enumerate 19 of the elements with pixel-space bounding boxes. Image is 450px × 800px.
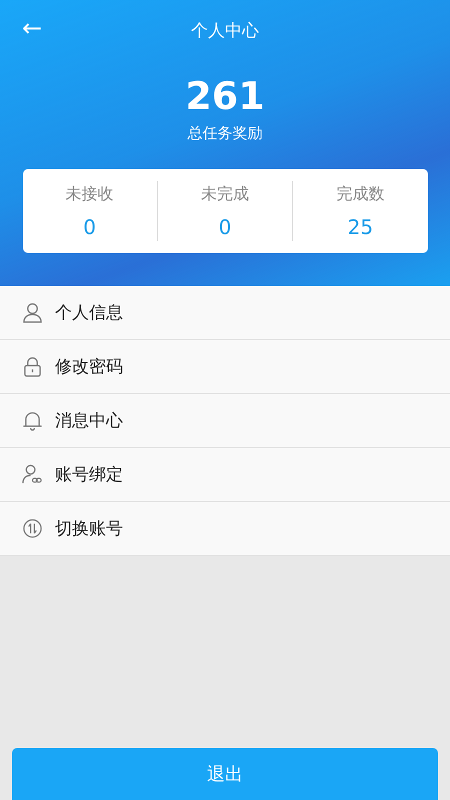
switch-icon <box>22 518 43 539</box>
stat-label: 完成数 <box>336 184 384 204</box>
menu-item[interactable]: 修改密码 <box>0 340 450 394</box>
person-link-icon <box>22 464 43 485</box>
stat-label: 未完成 <box>200 184 249 204</box>
page-title: 个人中心 <box>191 20 259 42</box>
stat-value: 0 <box>218 214 232 238</box>
reward-total: 261 <box>185 74 265 118</box>
lock-icon <box>22 356 43 377</box>
menu-item[interactable]: 切换账号 <box>0 502 450 556</box>
reward-label: 总任务奖励 <box>188 124 262 143</box>
stat-label: 未接收 <box>66 184 114 204</box>
menu-item[interactable]: 个人信息 <box>0 286 450 340</box>
menu-item[interactable]: 消息中心 <box>0 394 450 448</box>
menu-item[interactable]: 账号绑定 <box>0 448 450 502</box>
stat-value: 25 <box>348 214 374 238</box>
bell-icon <box>22 410 43 431</box>
person-icon <box>22 302 43 323</box>
stat-value: 0 <box>83 214 96 238</box>
